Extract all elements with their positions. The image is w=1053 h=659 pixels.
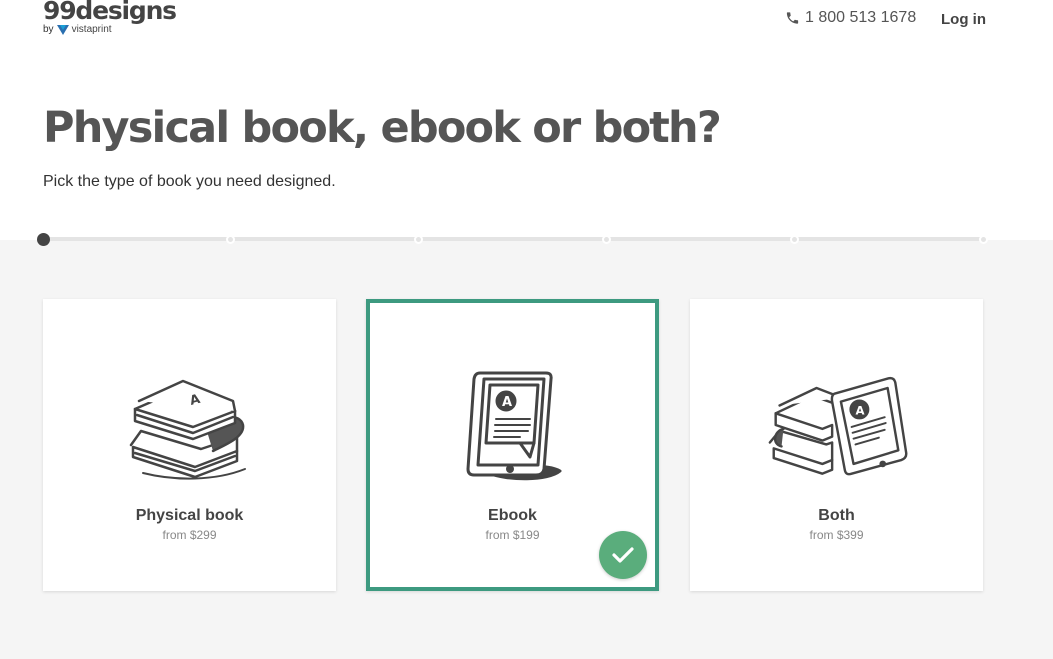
logo-wordmark: 99designs — [43, 0, 177, 25]
option-card-ebook[interactable]: A Ebook from $199 — [366, 299, 659, 591]
option-price: from $299 — [162, 528, 217, 542]
checkmark-icon — [612, 547, 634, 563]
progress-track — [42, 237, 984, 241]
vistaprint-icon — [56, 24, 69, 35]
physical-book-icon: A — [129, 379, 246, 480]
page-subtitle: Pick the type of book you need designed. — [43, 173, 336, 190]
logo-by: by — [43, 24, 54, 35]
page-title: Physical book, ebook or both? — [43, 103, 722, 153]
option-title: Ebook — [488, 507, 537, 524]
phone-number-text: 1 800 513 1678 — [805, 9, 917, 26]
option-card-physical-book[interactable]: A Physical book from $299 — [43, 299, 336, 591]
progress-step-1 — [37, 233, 50, 246]
svg-text:A: A — [855, 403, 864, 417]
svg-text:A: A — [502, 395, 512, 410]
progress-step-5 — [790, 235, 799, 244]
progress-step-4 — [602, 235, 611, 244]
phone-icon — [785, 10, 800, 26]
header: 99designs by vistaprint 1 800 513 1678 L… — [0, 0, 1053, 60]
ebook-reader-icon: A — [466, 371, 561, 481]
option-price: from $399 — [809, 528, 864, 542]
selected-check-badge — [599, 531, 647, 579]
logo[interactable]: 99designs by vistaprint — [43, 0, 177, 35]
login-link[interactable]: Log in — [941, 11, 986, 28]
books-and-ebook-icon: A — [768, 376, 907, 476]
logo-partner: vistaprint — [71, 24, 112, 35]
progress-step-6 — [979, 235, 988, 244]
progress-step-2 — [226, 235, 235, 244]
option-title: Physical book — [135, 507, 244, 524]
option-card-both[interactable]: A Both from $399 — [690, 299, 983, 591]
progress-step-3 — [414, 235, 423, 244]
phone-number[interactable]: 1 800 513 1678 — [785, 9, 916, 27]
progress-bar — [37, 233, 992, 246]
option-title: Both — [818, 507, 855, 524]
